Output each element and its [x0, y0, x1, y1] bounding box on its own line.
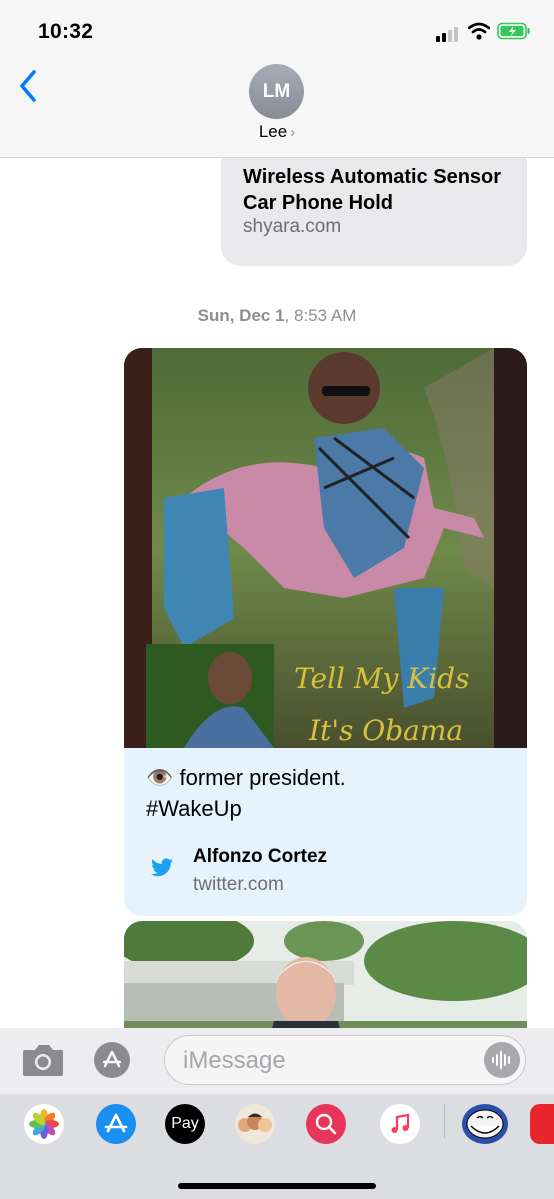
chevron-right-icon: ›: [290, 124, 296, 141]
home-indicator[interactable]: [178, 1183, 376, 1189]
apple-pay-app-icon[interactable]: Pay: [165, 1104, 205, 1144]
camera-icon: [23, 1045, 63, 1076]
tweet-text: 👁️ former president. #WakeUp: [146, 762, 506, 824]
troll-sticker-app-icon[interactable]: [462, 1104, 508, 1144]
message-thread[interactable]: Wireless Automatic Sensor Car Phone Hold…: [0, 158, 554, 1028]
photos-app-icon[interactable]: [24, 1104, 64, 1144]
camera-button[interactable]: [21, 1042, 65, 1078]
link-preview-domain: shyara.com: [243, 216, 342, 237]
app-drawer-divider: [444, 1104, 445, 1138]
back-button[interactable]: [14, 66, 44, 106]
message-timestamp: Sun, Dec 1, 8:53 AM: [0, 306, 554, 326]
link-preview-bubble[interactable]: Wireless Automatic Sensor Car Phone Hold…: [221, 158, 527, 266]
app-store-icon: [102, 1050, 122, 1068]
contact-name: Lee: [258, 122, 288, 141]
twitter-bird-icon: [151, 858, 173, 877]
image-caption-line2: It's Obama: [308, 714, 463, 747]
music-app-icon[interactable]: [380, 1104, 420, 1144]
cellular-signal-icon: [436, 24, 462, 42]
audio-waveform-icon: [492, 1051, 510, 1069]
tweet-domain: twitter.com: [193, 874, 284, 895]
audio-message-button[interactable]: [484, 1042, 520, 1078]
tweet-link-preview[interactable]: Tell My Kids It's Obama 👁️ former presid…: [124, 348, 527, 916]
tweet-preview-image[interactable]: Tell My Kids It's Obama: [124, 348, 527, 748]
status-time: 10:32: [38, 20, 94, 43]
app-store-app-icon[interactable]: [96, 1104, 136, 1144]
apple-pay-label: Pay: [171, 1115, 199, 1132]
memoji-app-icon[interactable]: [235, 1104, 275, 1144]
link-preview-title: Wireless Automatic Sensor Car Phone Hold: [243, 166, 502, 214]
message-input-bar: [0, 1028, 554, 1094]
status-bar: 10:32: [0, 0, 554, 60]
imessage-field[interactable]: [164, 1035, 526, 1085]
video-link-preview[interactable]: [124, 921, 527, 1028]
video-thumbnail: [124, 921, 527, 1028]
message-input[interactable]: [181, 1045, 475, 1077]
tweet-text-line1: 👁️ former president.: [146, 765, 346, 790]
timestamp-time: , 8:53 AM: [284, 306, 357, 325]
tweet-author: Alfonzo Cortez: [193, 846, 328, 867]
chevron-left-icon: [20, 70, 36, 102]
partial-app-icon[interactable]: [530, 1104, 554, 1144]
tweet-text-line2: #WakeUp: [146, 796, 242, 821]
contact-name-button[interactable]: Lee ›: [0, 122, 554, 142]
contact-avatar[interactable]: LM: [249, 64, 304, 119]
wifi-icon: [468, 22, 490, 40]
battery-charging-icon: [497, 22, 530, 40]
timestamp-day: Sun, Dec 1: [197, 306, 285, 325]
image-caption-line1: Tell My Kids: [294, 662, 469, 695]
app-store-button[interactable]: [94, 1042, 130, 1078]
web-search-app-icon[interactable]: [306, 1104, 346, 1144]
